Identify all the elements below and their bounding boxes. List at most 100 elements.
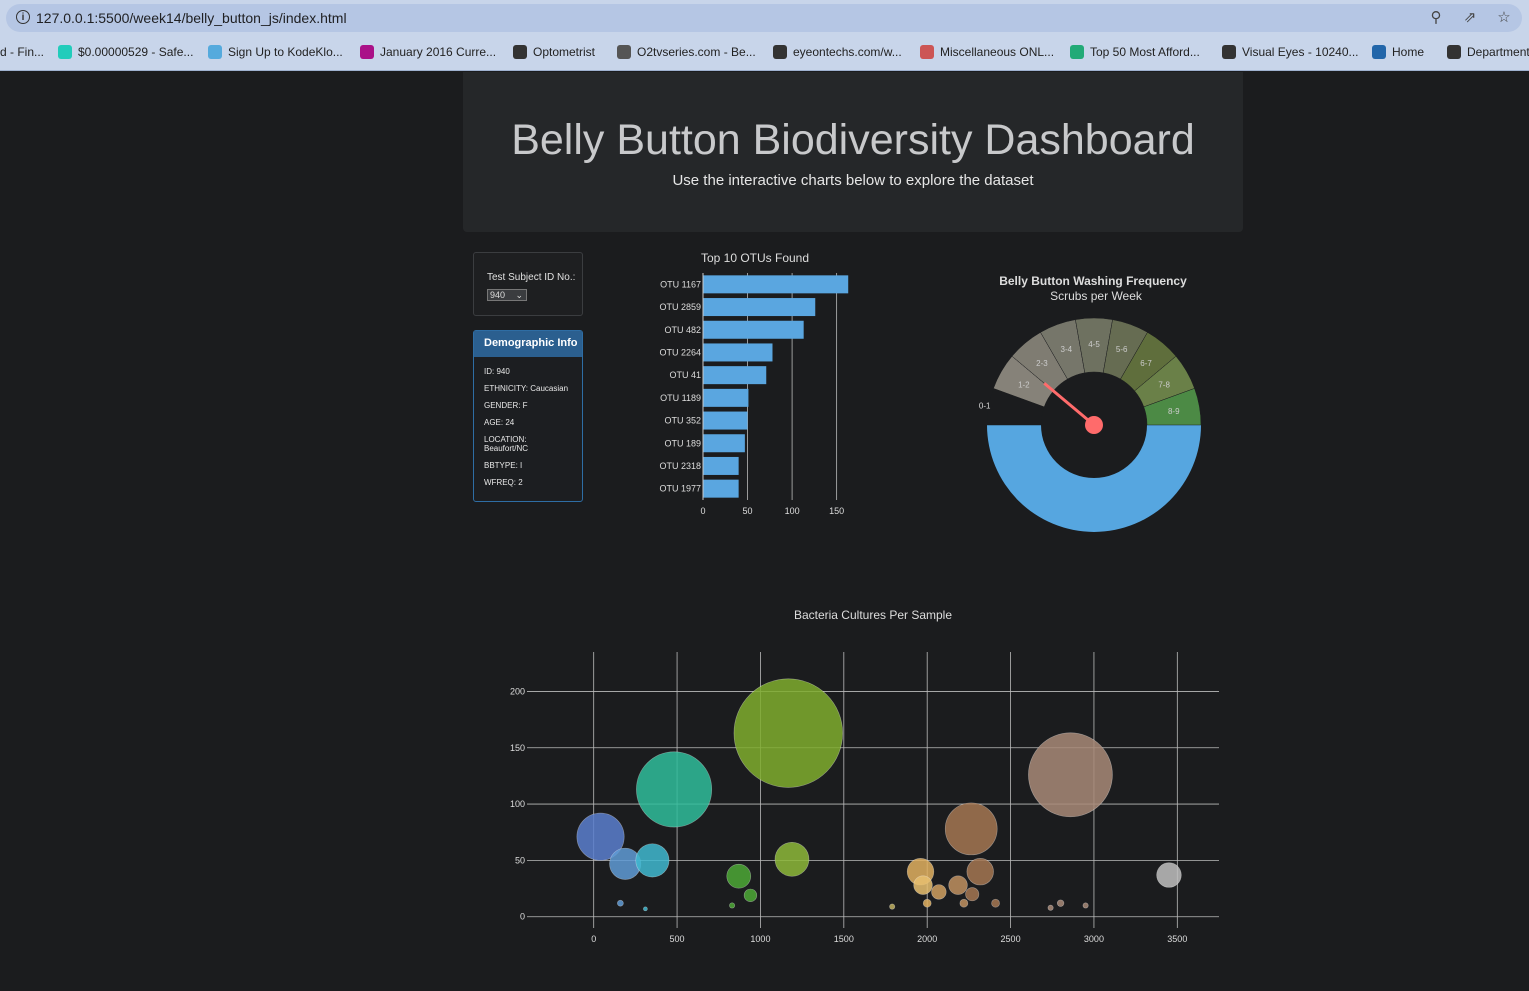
browser-toolbar: i 127.0.0.1:5500/week14/belly_button_js/…: [0, 0, 1529, 36]
bookmark-item[interactable]: January 2016 Curre...: [360, 45, 496, 59]
bacteria-bubble-chart[interactable]: Bacteria Cultures Per Sample0 500 1000 1500…: [470, 600, 1250, 960]
site-info-icon[interactable]: i: [16, 10, 30, 24]
bar-category-label: OTU 352: [664, 416, 701, 426]
bookmark-label: Miscellaneous ONL...: [940, 45, 1055, 59]
demographic-panel-title: Demographic Info: [474, 331, 582, 357]
bookmark-item[interactable]: eyeontechs.com/w...: [773, 45, 902, 59]
bubble-chart-title: Bacteria Cultures Per Sample: [794, 608, 952, 622]
bar-xtick-label: 150: [829, 506, 844, 516]
bubble-mark: [944, 802, 998, 856]
gauge-section-label: 5-6: [1116, 345, 1128, 354]
bar-mark: [703, 479, 739, 498]
bookmark-item[interactable]: Optometrist: [513, 45, 595, 59]
gauge-section-label: 1-2: [1018, 381, 1030, 390]
bubble-xtick-label: 1000: [750, 934, 770, 944]
bar-mark: [703, 434, 745, 453]
bar-category-label: OTU 2859: [659, 302, 701, 312]
bookmark-item[interactable]: Home: [1372, 45, 1424, 59]
bookmark-item[interactable]: $0.00000529 - Safe...: [58, 45, 193, 59]
bookmark-label: Department: [1467, 45, 1529, 59]
bubble-ytick-label: 200: [510, 686, 525, 696]
demo-gender: GENDER: F: [484, 401, 528, 410]
bar-chart-title: Top 10 OTUs Found: [701, 251, 809, 265]
bookmark-favicon-icon: [360, 45, 374, 59]
bookmark-label: $0.00000529 - Safe...: [78, 45, 194, 59]
bookmark-label: Sign Up to KodeKlo...: [228, 45, 343, 59]
gauge-section-label: 2-3: [1036, 359, 1048, 368]
bookmark-item[interactable]: Top 50 Most Afford...: [1070, 45, 1200, 59]
bubble-mark: [1056, 899, 1065, 907]
bookmark-item[interactable]: Sign Up to KodeKlo...: [208, 45, 343, 59]
gauge-subtitle: Scrubs per Week: [1050, 289, 1143, 303]
gauge-needle-hub: [1085, 416, 1103, 434]
bookmark-item[interactable]: d - Fin...: [0, 45, 44, 59]
share-icon[interactable]: ⇗: [1460, 8, 1480, 28]
gauge-section-label: 0-1: [979, 402, 991, 411]
demo-wfreq: WFREQ: 2: [484, 478, 523, 487]
demo-bbtype: BBTYPE: I: [484, 461, 523, 470]
bookmark-favicon-icon: [920, 45, 934, 59]
bookmark-star-icon[interactable]: ☆: [1494, 8, 1514, 28]
demo-age: AGE: 24: [484, 418, 515, 427]
bookmark-label: Optometrist: [533, 45, 596, 59]
bubble-mark: [1028, 732, 1113, 818]
bubble-xtick-label: 0: [591, 934, 596, 944]
top10-bar-chart[interactable]: Top 10 OTUs Found 0 50 100 150 OTU 1167 OTU 28…: [600, 245, 900, 520]
bubble-ytick-label: 100: [510, 799, 525, 809]
bubble-mark: [729, 902, 736, 909]
selector-label: Test Subject ID No.:: [487, 272, 576, 283]
bookmark-item[interactable]: Visual Eyes - 10240...: [1222, 45, 1359, 59]
url-text[interactable]: 127.0.0.1:5500/week14/belly_button_js/in…: [36, 10, 347, 26]
bubble-mark: [733, 678, 843, 788]
bookmarks-bar: d - Fin... $0.00000529 - Safe... Sign Up t…: [0, 36, 1529, 71]
bubble-mark: [636, 751, 713, 828]
bookmark-label: d - Fin...: [0, 45, 45, 59]
selected-id: 940: [490, 290, 506, 300]
bubble-mark: [931, 884, 947, 900]
subject-id-select[interactable]: 940 ⌄: [487, 289, 527, 301]
bar-mark: [703, 366, 767, 385]
bubble-xtick-label: 2000: [917, 934, 937, 944]
bar-mark: [703, 411, 748, 430]
zoom-icon[interactable]: ⚲: [1426, 8, 1446, 28]
demographic-panel: Demographic Info ID: 940 ETHNICITY: Cauc…: [473, 330, 583, 502]
bookmark-favicon-icon: [1070, 45, 1084, 59]
bubble-xtick-label: 3000: [1084, 934, 1104, 944]
bubble-ytick-label: 0: [520, 912, 525, 922]
bar-category-label: OTU 1167: [660, 279, 701, 289]
gauge-needle: [1043, 382, 1095, 427]
subject-selector-well: Test Subject ID No.: 940 ⌄: [473, 252, 583, 316]
demographic-list: ID: 940 ETHNICITY: Caucasian GENDER: F A…: [474, 357, 582, 487]
bar-mark: [703, 456, 739, 475]
bookmark-label: Top 50 Most Afford...: [1090, 45, 1200, 59]
bubble-mark: [774, 841, 810, 877]
bubble-mark: [643, 906, 648, 912]
gauge-section-label: 6-7: [1140, 359, 1152, 368]
bookmark-favicon-icon: [208, 45, 222, 59]
bookmark-favicon-icon: [1222, 45, 1236, 59]
bookmark-favicon-icon: [617, 45, 631, 59]
bar-category-label: OTU 1977: [659, 484, 701, 494]
bookmark-label: eyeontechs.com/w...: [793, 45, 902, 59]
bar-xtick-label: 100: [785, 506, 800, 516]
bar-xtick-label: 50: [743, 506, 753, 516]
bubble-mark: [948, 875, 968, 895]
bookmark-label: Visual Eyes - 10240...: [1242, 45, 1359, 59]
bar-mark: [703, 388, 749, 407]
bookmark-item[interactable]: O2tvseries.com - Be...: [617, 45, 756, 59]
bubble-mark: [1082, 902, 1089, 909]
address-bar[interactable]: i 127.0.0.1:5500/week14/belly_button_js/…: [6, 4, 1522, 32]
wash-frequency-gauge[interactable]: Belly Button Washing FrequencyScrubs per…: [960, 265, 1230, 545]
bookmark-item[interactable]: Miscellaneous ONL...: [920, 45, 1054, 59]
bubble-xtick-label: 500: [670, 934, 685, 944]
gauge-section-label: 4-5: [1088, 340, 1100, 349]
bar-mark: [703, 298, 816, 317]
bookmark-favicon-icon: [1447, 45, 1461, 59]
bookmark-item[interactable]: Department: [1447, 45, 1529, 59]
bubble-mark: [889, 903, 896, 910]
gauge-section-label: 7-8: [1158, 381, 1170, 390]
bubble-mark: [726, 863, 752, 889]
bubble-mark: [966, 858, 994, 886]
gauge-base-arc: [987, 425, 1201, 532]
bubble-ytick-label: 50: [515, 855, 525, 865]
